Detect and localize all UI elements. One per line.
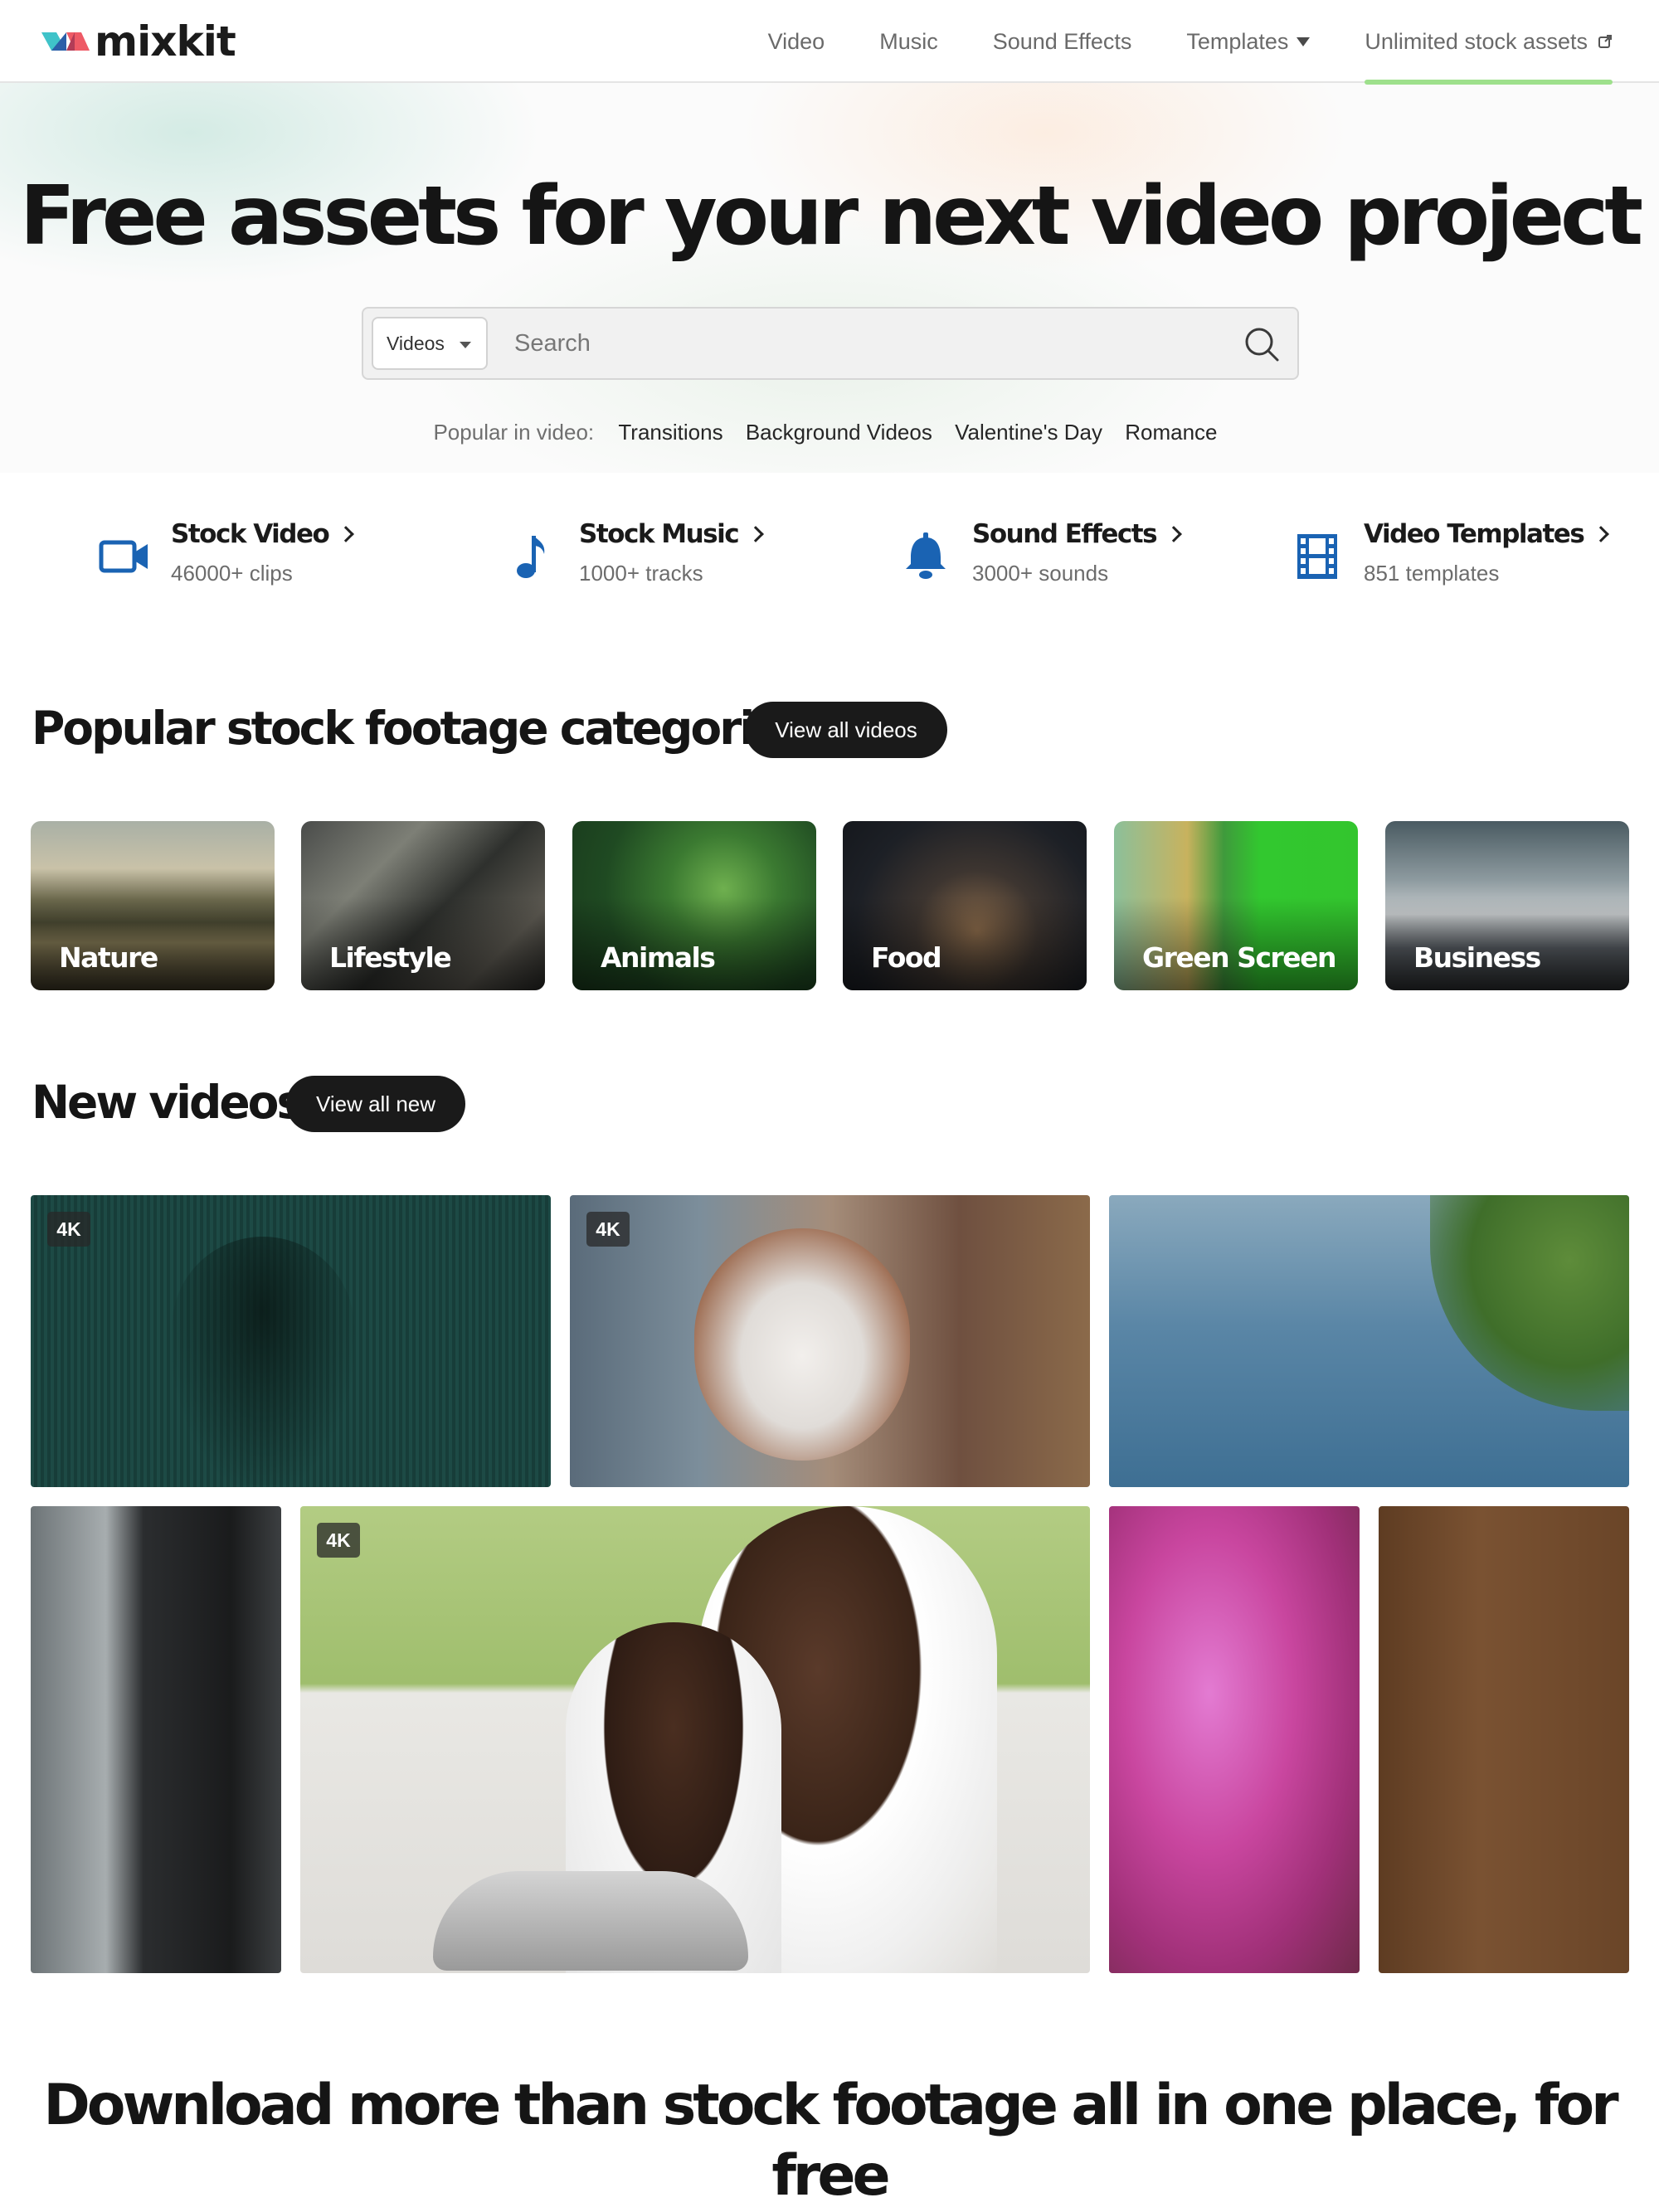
caret-down-icon <box>1297 36 1311 46</box>
main-nav: Video Music Sound Effects Templates Unli… <box>713 0 1659 85</box>
video-camera-icon <box>99 540 148 573</box>
search-category-select[interactable]: Videos <box>372 317 488 370</box>
bottom-headline: Download more than stock footage all in … <box>0 2070 1659 2211</box>
category-tile-food[interactable]: Food <box>843 821 1087 990</box>
nav-unlimited-label: Unlimited stock assets <box>1365 28 1588 54</box>
category-title: Sound Effects <box>972 519 1182 549</box>
nav-unlimited-stock-assets[interactable]: Unlimited stock assets <box>1365 0 1613 85</box>
tile-label: Green Screen <box>1142 941 1336 974</box>
view-all-new-button[interactable]: View all new <box>286 1076 465 1132</box>
search-category-value: Videos <box>387 332 445 354</box>
video-thumbnail-wooden-door[interactable] <box>1379 1506 1629 1973</box>
category-count: 3000+ sounds <box>972 561 1109 586</box>
view-all-videos-button[interactable]: View all videos <box>745 702 947 758</box>
category-title: Stock Video <box>171 519 355 549</box>
nav-sound-effects-label: Sound Effects <box>992 28 1132 54</box>
category-title: Video Templates <box>1364 519 1610 549</box>
hero-section: Free assets for your next video project … <box>0 83 1659 473</box>
tile-label: Food <box>871 941 942 974</box>
popular-searches: Popular in video: Transitions Background… <box>0 420 1659 445</box>
video-thumbnail-pink-orchid[interactable] <box>1109 1506 1360 1973</box>
category-tile-animals[interactable]: Animals <box>572 821 816 990</box>
bottom-headline-line2: free <box>771 2143 890 2209</box>
nav-music-label: Music <box>879 28 938 54</box>
category-stock-video[interactable]: Stock Video 46000+ clips <box>98 514 380 597</box>
category-count: 46000+ clips <box>171 561 293 586</box>
category-tile-green-screen[interactable]: Green Screen <box>1114 821 1358 990</box>
chevron-right-icon <box>747 526 765 542</box>
popular-label: Popular in video: <box>433 420 595 445</box>
video-thumbnail-dog[interactable]: 4K <box>570 1195 1090 1487</box>
video-thumbnail-lake-branches[interactable] <box>1109 1195 1629 1487</box>
search-input[interactable] <box>504 317 1218 370</box>
new-videos-title: New videos <box>32 1076 304 1129</box>
nav-video[interactable]: Video <box>768 0 825 83</box>
nav-templates-dropdown[interactable]: Templates <box>1186 0 1311 83</box>
category-video-templates[interactable]: Video Templates 851 templates <box>1291 514 1610 597</box>
category-tile-lifestyle[interactable]: Lifestyle <box>301 821 545 990</box>
nav-music[interactable]: Music <box>879 0 938 83</box>
external-link-icon <box>1598 35 1612 48</box>
tile-label: Nature <box>59 941 158 974</box>
popular-link-romance[interactable]: Romance <box>1125 420 1217 445</box>
popular-link-transitions[interactable]: Transitions <box>618 420 722 445</box>
chevron-right-icon <box>1593 526 1610 542</box>
nav-video-label: Video <box>767 28 825 54</box>
bell-icon <box>906 532 946 579</box>
search-bar: Videos <box>362 307 1299 380</box>
category-tile-business[interactable]: Business <box>1385 821 1629 990</box>
tile-label: Lifestyle <box>329 941 452 974</box>
search-icon[interactable] <box>1241 323 1282 365</box>
mixkit-logo[interactable]: mixkit <box>41 18 236 65</box>
video-thumbnail-figure-behind-glass[interactable]: 4K <box>31 1195 551 1487</box>
music-note-icon <box>517 536 545 578</box>
site-header: mixkit Video Music Sound Effects Templat… <box>0 0 1659 85</box>
category-title: Stock Music <box>579 519 765 549</box>
category-count: 1000+ tracks <box>579 561 703 586</box>
caret-down-icon <box>460 342 471 348</box>
nav-sound-effects[interactable]: Sound Effects <box>993 0 1132 83</box>
logo-mark-icon <box>41 32 90 51</box>
category-sound-effects[interactable]: Sound Effects 3000+ sounds <box>899 514 1198 597</box>
tile-label: Business <box>1413 941 1541 974</box>
4k-badge: 4K <box>317 1523 360 1558</box>
asset-categories: Stock Video 46000+ clips Stock Music 100… <box>0 514 1659 597</box>
video-thumbnail-mother-and-daughter-cooking[interactable]: 4K <box>300 1506 1090 1973</box>
video-thumbnail-person-at-window[interactable] <box>31 1506 281 1973</box>
nav-templates-label: Templates <box>1186 28 1289 54</box>
hero-title: Free assets for your next video project <box>19 169 1643 264</box>
category-count: 851 templates <box>1364 561 1500 586</box>
tile-label: Animals <box>601 941 716 974</box>
chevron-right-icon <box>338 526 355 542</box>
popular-link-background-videos[interactable]: Background Videos <box>746 420 932 445</box>
category-stock-music[interactable]: Stock Music 1000+ tracks <box>506 514 788 597</box>
bottom-headline-line1: Download more than stock footage all in … <box>43 2073 1618 2138</box>
chevron-right-icon <box>1165 526 1182 542</box>
popular-categories-title: Popular stock footage categories <box>32 702 808 755</box>
4k-badge: 4K <box>47 1212 90 1247</box>
category-tile-nature[interactable]: Nature <box>31 821 275 990</box>
4k-badge: 4K <box>586 1212 630 1247</box>
popular-link-valentines-day[interactable]: Valentine's Day <box>955 420 1102 445</box>
logo-text: mixkit <box>95 17 236 66</box>
film-icon <box>1297 534 1337 579</box>
